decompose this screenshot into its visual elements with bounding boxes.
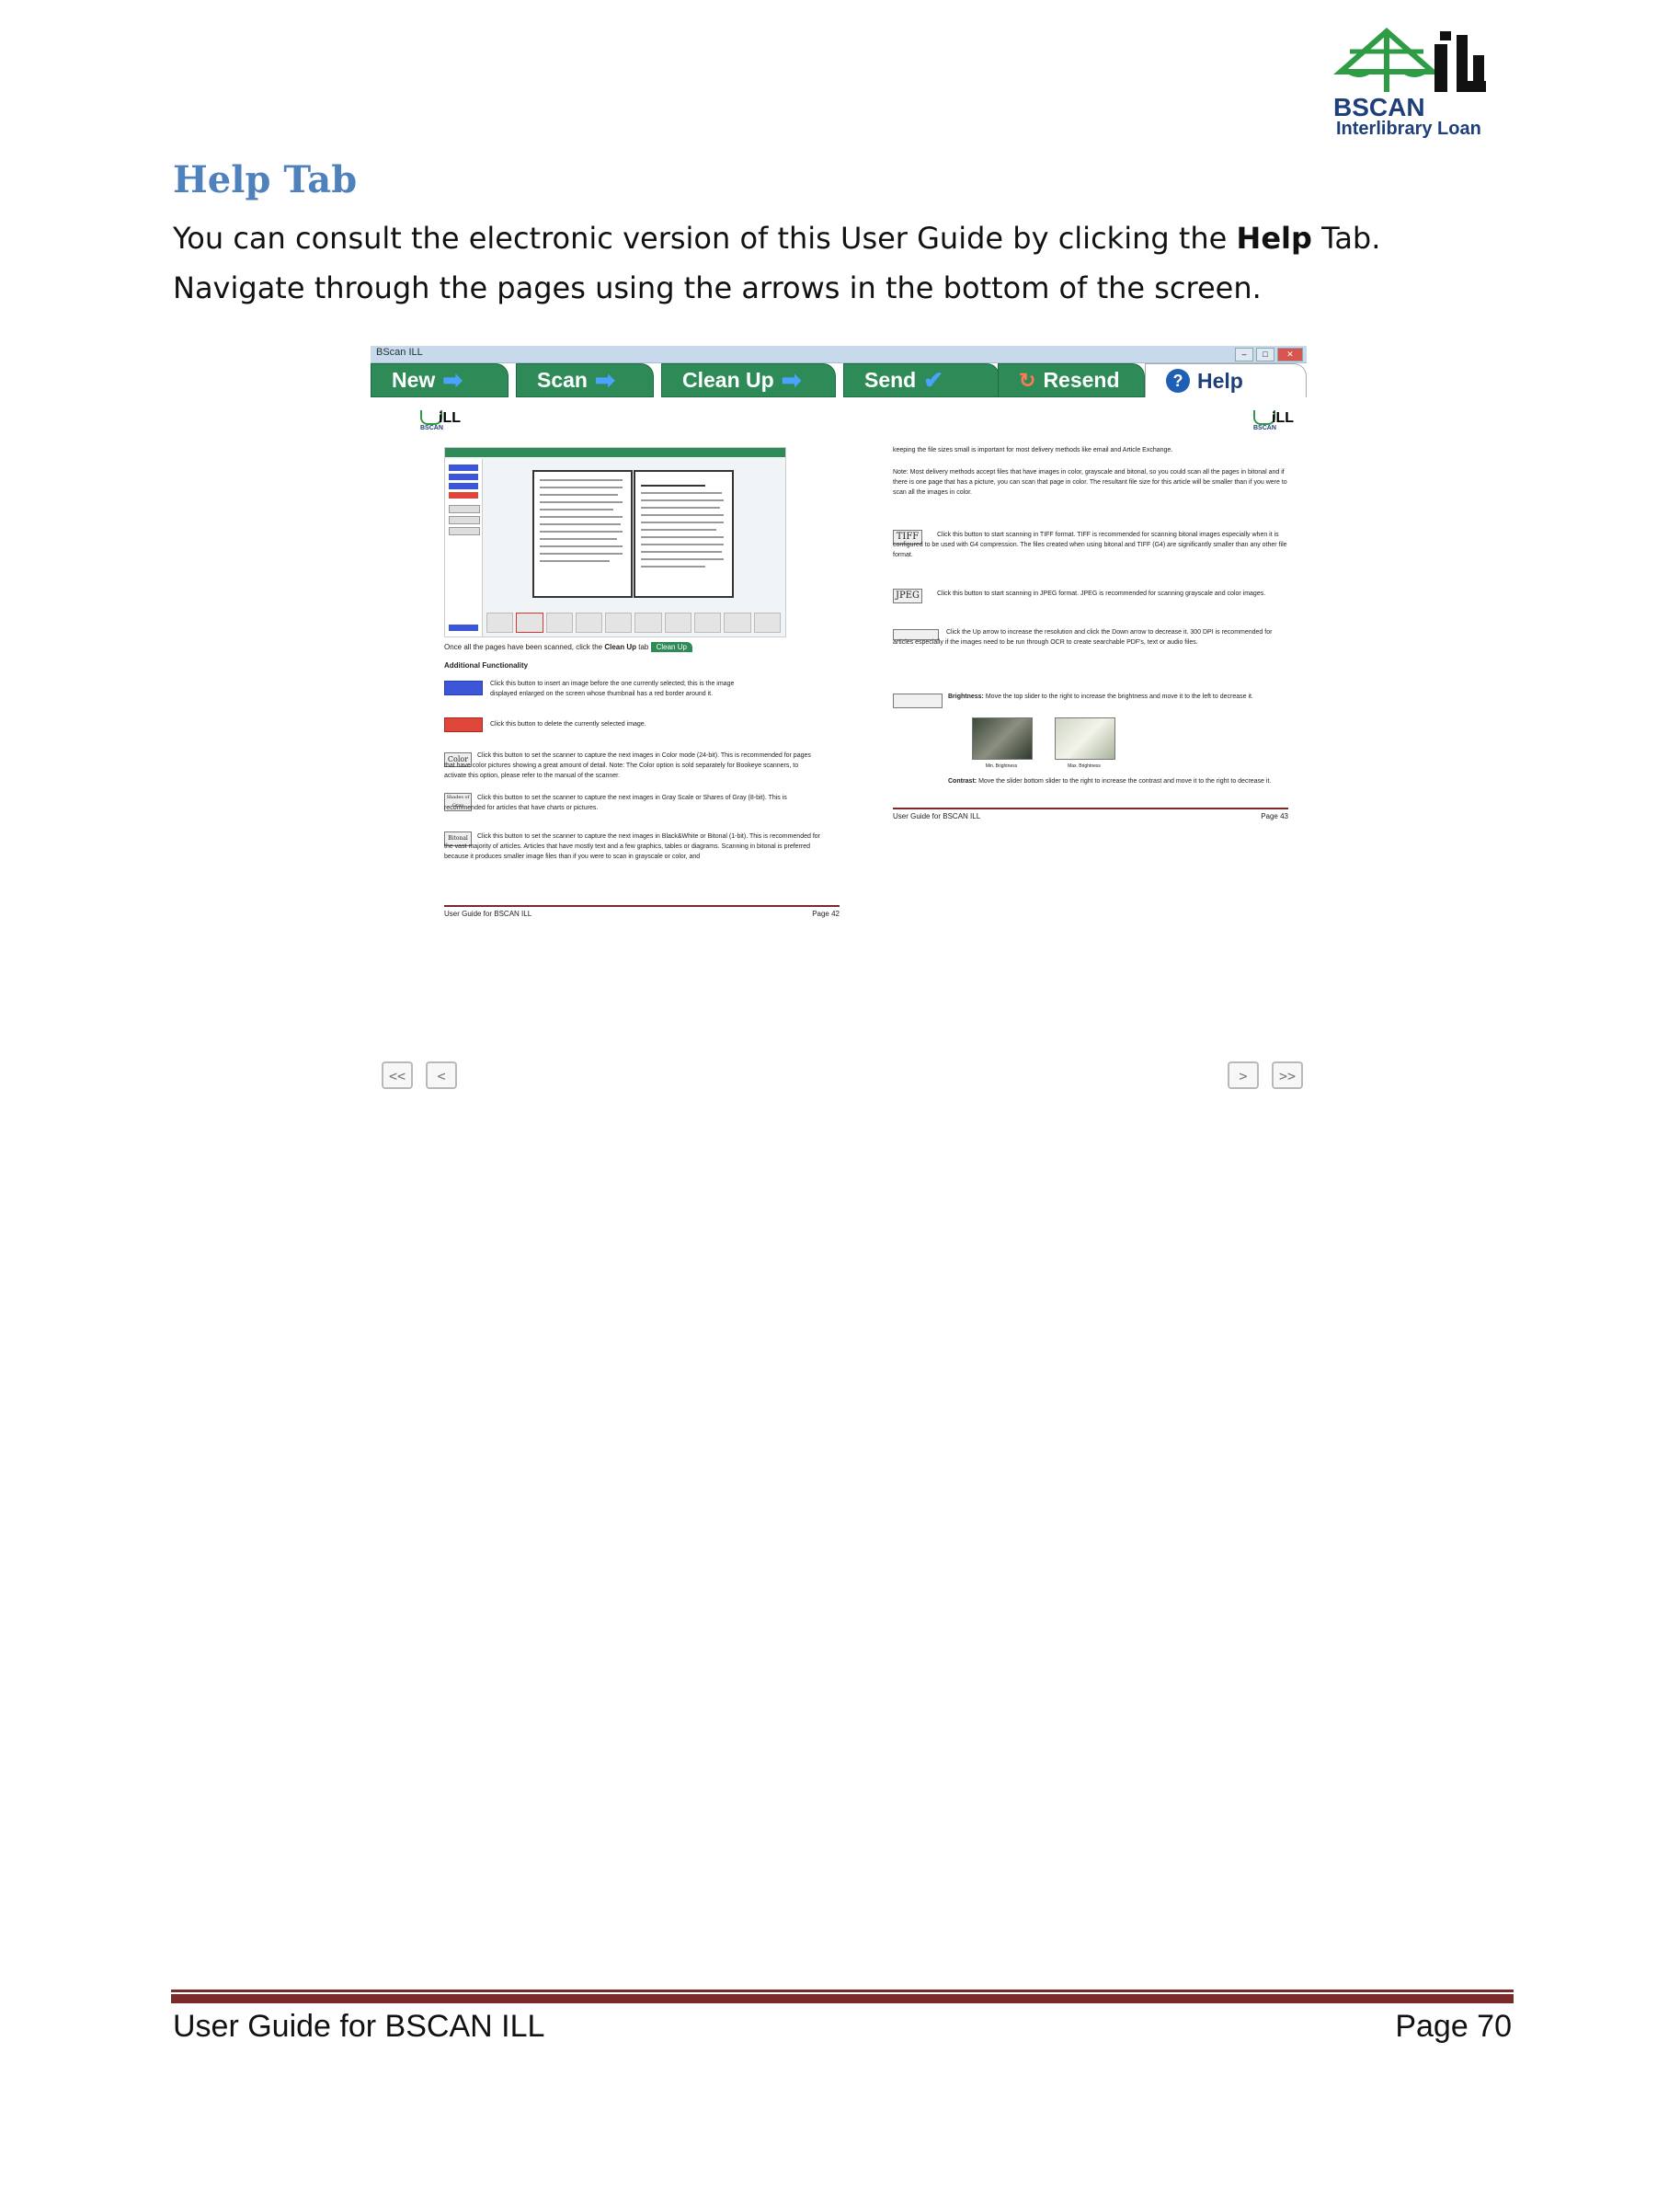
brightness-slider-sample bbox=[893, 694, 943, 708]
guide-page-left: BSCAN iLL Once all the pages have been s… bbox=[417, 410, 849, 1008]
guide-footer-title: User Guide for BSCAN ILL bbox=[444, 910, 532, 918]
max-brightness-caption: Max. Brightness bbox=[1068, 763, 1101, 769]
caption-text: Once all the pages have been scanned, cl… bbox=[444, 643, 605, 651]
min-brightness-image bbox=[972, 717, 1033, 760]
file-size-paragraph: keeping the file sizes small is importan… bbox=[893, 447, 1173, 453]
tab-new[interactable]: New ➡ bbox=[371, 363, 509, 397]
tab-scan-label: Scan bbox=[537, 368, 588, 392]
scan-screen-thumbnail bbox=[444, 447, 786, 637]
jpeg-description: Click this button to start scanning in J… bbox=[937, 591, 1266, 597]
scale-of-justice-icon bbox=[1333, 28, 1486, 92]
close-icon[interactable]: ✕ bbox=[1277, 348, 1303, 361]
additional-functionality-title: Additional Functionality bbox=[444, 661, 529, 670]
check-icon: ✔ bbox=[923, 366, 944, 394]
brightness-text: Move the top slider to the right to incr… bbox=[983, 694, 1253, 700]
intro-paragraph: You can consult the electronic version o… bbox=[173, 213, 1515, 313]
tab-resend-label: Resend bbox=[1043, 368, 1120, 392]
clean-up-caption: Once all the pages have been scanned, cl… bbox=[444, 642, 692, 652]
mini-logo-mark: iLL bbox=[439, 410, 461, 426]
gray-description: Click this button to set the scanner to … bbox=[444, 795, 787, 811]
next-page-button[interactable]: > bbox=[1228, 1061, 1259, 1089]
logo-subtitle: Interlibrary Loan bbox=[1336, 119, 1481, 139]
contrast-label: Contrast: bbox=[948, 778, 977, 785]
help-tab-screenshot: BScan ILL – □ ✕ New ➡ Scan ➡ Clean Up ➡ … bbox=[371, 346, 1307, 1100]
guide-footer-page: Page 43 bbox=[1261, 812, 1288, 820]
guide-page-right: BSCAN iLL keeping the file sizes small is… bbox=[886, 410, 1318, 1008]
delivery-note-paragraph: Note: Most delivery methods accept files… bbox=[893, 469, 1287, 496]
mini-logo-mark: iLL bbox=[1272, 410, 1294, 426]
arrow-right-icon: ➡ bbox=[594, 366, 615, 394]
bitonal-description: Click this button to set the scanner to … bbox=[444, 833, 820, 860]
delete-button-sample bbox=[444, 717, 483, 732]
mini-logo: BSCAN iLL bbox=[420, 410, 461, 438]
max-brightness-image bbox=[1055, 717, 1115, 760]
first-page-button[interactable]: << bbox=[382, 1061, 413, 1089]
insert-description: Click this button to insert an image bef… bbox=[490, 681, 735, 697]
brightness-description: Brightness: Move the top slider to the r… bbox=[948, 692, 1288, 702]
footer-page-number: Page 70 bbox=[1395, 2009, 1512, 2044]
intro-help-bold: Help bbox=[1236, 221, 1312, 256]
main-tabbar: New ➡ Scan ➡ Clean Up ➡ Send ✔ ↻ Resend … bbox=[371, 363, 1307, 397]
tab-clean-up[interactable]: Clean Up ➡ bbox=[661, 363, 836, 397]
window-title: BScan ILL bbox=[376, 347, 423, 358]
tab-help-label: Help bbox=[1197, 368, 1243, 393]
last-page-button[interactable]: >> bbox=[1272, 1061, 1303, 1089]
footer-rule bbox=[171, 1990, 1514, 1992]
bscan-ill-logo: BSCAN Interlibrary Loan bbox=[1333, 28, 1508, 143]
resolution-description: Click the Up arrow to increase the resol… bbox=[893, 629, 1273, 646]
guide-footer-left-page: User Guide for BSCAN ILL Page 42 bbox=[444, 910, 840, 918]
tab-send[interactable]: Send ✔ bbox=[843, 363, 1000, 397]
guide-footer-rule bbox=[444, 905, 840, 907]
tab-resend[interactable]: ↻ Resend bbox=[998, 363, 1145, 397]
page-title: Help Tab bbox=[173, 158, 358, 201]
resend-icon: ↻ bbox=[1019, 368, 1036, 392]
brightness-label: Brightness: bbox=[948, 694, 984, 700]
guide-footer-right-page: User Guide for BSCAN ILL Page 43 bbox=[893, 812, 1288, 820]
mini-clean-up-tab: Clean Up bbox=[650, 642, 692, 652]
footer-rule-thick bbox=[171, 1994, 1514, 2003]
tab-send-label: Send bbox=[864, 368, 917, 392]
contrast-text: Move the slider bottom slider to the rig… bbox=[977, 778, 1272, 785]
minimize-icon[interactable]: – bbox=[1235, 348, 1253, 361]
arrow-right-icon: ➡ bbox=[781, 366, 802, 394]
window-controls: – □ ✕ bbox=[1235, 348, 1303, 361]
min-brightness-caption: Min. Brightness bbox=[985, 763, 1018, 769]
help-icon: ? bbox=[1166, 369, 1190, 393]
caption-text-end: tab bbox=[636, 643, 649, 651]
tab-help[interactable]: ? Help bbox=[1145, 363, 1307, 397]
mini-logo: BSCAN iLL bbox=[1253, 410, 1294, 438]
tab-clean-up-label: Clean Up bbox=[682, 368, 774, 392]
color-description: Click this button to set the scanner to … bbox=[444, 752, 811, 779]
guide-footer-rule bbox=[893, 808, 1288, 809]
guide-footer-page: Page 42 bbox=[812, 910, 840, 918]
caption-bold: Clean Up bbox=[604, 643, 637, 651]
delete-description: Click this button to delete the currentl… bbox=[490, 721, 646, 728]
intro-text-start: You can consult the electronic version o… bbox=[173, 221, 1237, 256]
insert-button-sample bbox=[444, 681, 483, 695]
window-titlebar: BScan ILL – □ ✕ bbox=[371, 346, 1307, 363]
arrow-right-icon: ➡ bbox=[442, 366, 463, 394]
guide-footer-title: User Guide for BSCAN ILL bbox=[893, 812, 981, 820]
contrast-description: Contrast: Move the slider bottom slider … bbox=[948, 776, 1288, 786]
tab-new-label: New bbox=[392, 368, 436, 392]
tiff-description: Click this button to start scanning in T… bbox=[893, 532, 1287, 558]
footer-document-title: User Guide for BSCAN ILL bbox=[173, 2009, 545, 2044]
maximize-icon[interactable]: □ bbox=[1256, 348, 1274, 361]
tab-scan[interactable]: Scan ➡ bbox=[516, 363, 654, 397]
previous-page-button[interactable]: < bbox=[426, 1061, 457, 1089]
